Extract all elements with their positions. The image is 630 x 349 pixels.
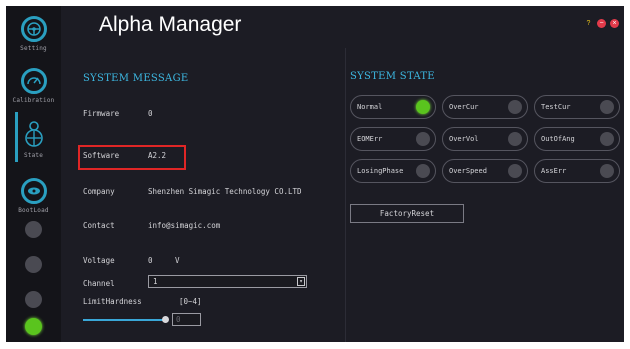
state-label: OverCur [449, 103, 479, 111]
sidebar-item-state[interactable]: State [6, 120, 61, 159]
status-led [508, 100, 522, 114]
channel-label: Channel [83, 279, 115, 288]
sidebar-item-label: Calibration [12, 97, 55, 104]
limit-hardness-label: LimitHardness [83, 297, 142, 306]
status-led [416, 164, 430, 178]
driver-icon [20, 120, 47, 147]
state-overvol: OverVol [442, 127, 528, 151]
factory-reset-button[interactable]: FactoryReset [350, 204, 464, 223]
state-label: TestCur [541, 103, 571, 111]
software-value: A2.2 [148, 151, 167, 160]
state-eomerr: EOMErr [350, 127, 436, 151]
state-label: OverSpeed [449, 167, 487, 175]
software-label: Software [83, 151, 120, 160]
sidebar-item-label: BootLoad [18, 207, 49, 214]
sidebar-item-calibration[interactable]: Calibration [6, 68, 61, 104]
voltage-value: 0 [148, 256, 153, 265]
minimize-button[interactable]: − [597, 19, 606, 28]
channel-select[interactable]: 1 ▾ [148, 275, 307, 288]
firmware-label: Firmware [83, 109, 120, 118]
status-led [600, 164, 614, 178]
sidebar: Setting Calibration State BootLoad [6, 6, 61, 342]
sidebar-item-label: State [23, 152, 44, 159]
voltage-label: Voltage [83, 256, 115, 265]
gauge-icon [20, 68, 47, 94]
boot-icon [20, 178, 47, 204]
state-label: EOMErr [357, 135, 383, 143]
state-normal: Normal [350, 95, 436, 119]
status-led [600, 100, 614, 114]
sidebar-item-bootload[interactable]: BootLoad [6, 178, 61, 214]
status-led [508, 164, 522, 178]
limit-hardness-value: 0 [176, 315, 181, 324]
limit-hardness-range: [0~4] [179, 297, 202, 306]
contact-label: Contact [83, 221, 115, 230]
status-led [508, 132, 522, 146]
chevron-down-icon[interactable]: ▾ [297, 277, 305, 286]
state-label: OverVol [449, 135, 479, 143]
channel-value: 1 [153, 277, 158, 286]
firmware-value: 0 [148, 109, 153, 118]
indicator-dot [25, 291, 42, 308]
help-button[interactable]: ? [584, 19, 593, 28]
contact-value: info@simagic.com [148, 221, 221, 230]
system-message-title: SYSTEM MESSAGE [83, 73, 189, 84]
company-label: Company [83, 187, 115, 196]
sidebar-item-label: Setting [20, 45, 47, 52]
steering-wheel-icon [20, 16, 47, 42]
close-button[interactable]: × [610, 19, 619, 28]
app-title: Alpha Manager [99, 13, 242, 36]
voltage-unit: V [175, 256, 180, 265]
indicator-dot [25, 256, 42, 273]
company-value: Shenzhen Simagic Technology CO.LTD [148, 187, 302, 196]
status-led [416, 132, 430, 146]
section-divider [345, 48, 346, 342]
limit-hardness-slider[interactable] [83, 319, 165, 321]
limit-hardness-input[interactable]: 0 [172, 313, 201, 326]
state-overspeed: OverSpeed [442, 159, 528, 183]
slider-handle[interactable] [162, 316, 169, 323]
status-led [600, 132, 614, 146]
state-asserr: AssErr [534, 159, 620, 183]
state-outofang: OutOfAng [534, 127, 620, 151]
system-state-title: SYSTEM STATE [350, 71, 435, 82]
state-label: OutOfAng [541, 135, 575, 143]
state-testcur: TestCur [534, 95, 620, 119]
indicator-dot [25, 221, 42, 238]
app-window: Setting Calibration State BootLoad Alpha… [6, 6, 624, 342]
state-label: Normal [357, 103, 383, 111]
state-label: LosingPhase [357, 167, 404, 175]
status-led [416, 100, 430, 114]
state-losingphase: LosingPhase [350, 159, 436, 183]
sidebar-item-setting[interactable]: Setting [6, 16, 61, 52]
state-overcur: OverCur [442, 95, 528, 119]
state-label: AssErr [541, 167, 567, 175]
status-led [25, 318, 42, 335]
